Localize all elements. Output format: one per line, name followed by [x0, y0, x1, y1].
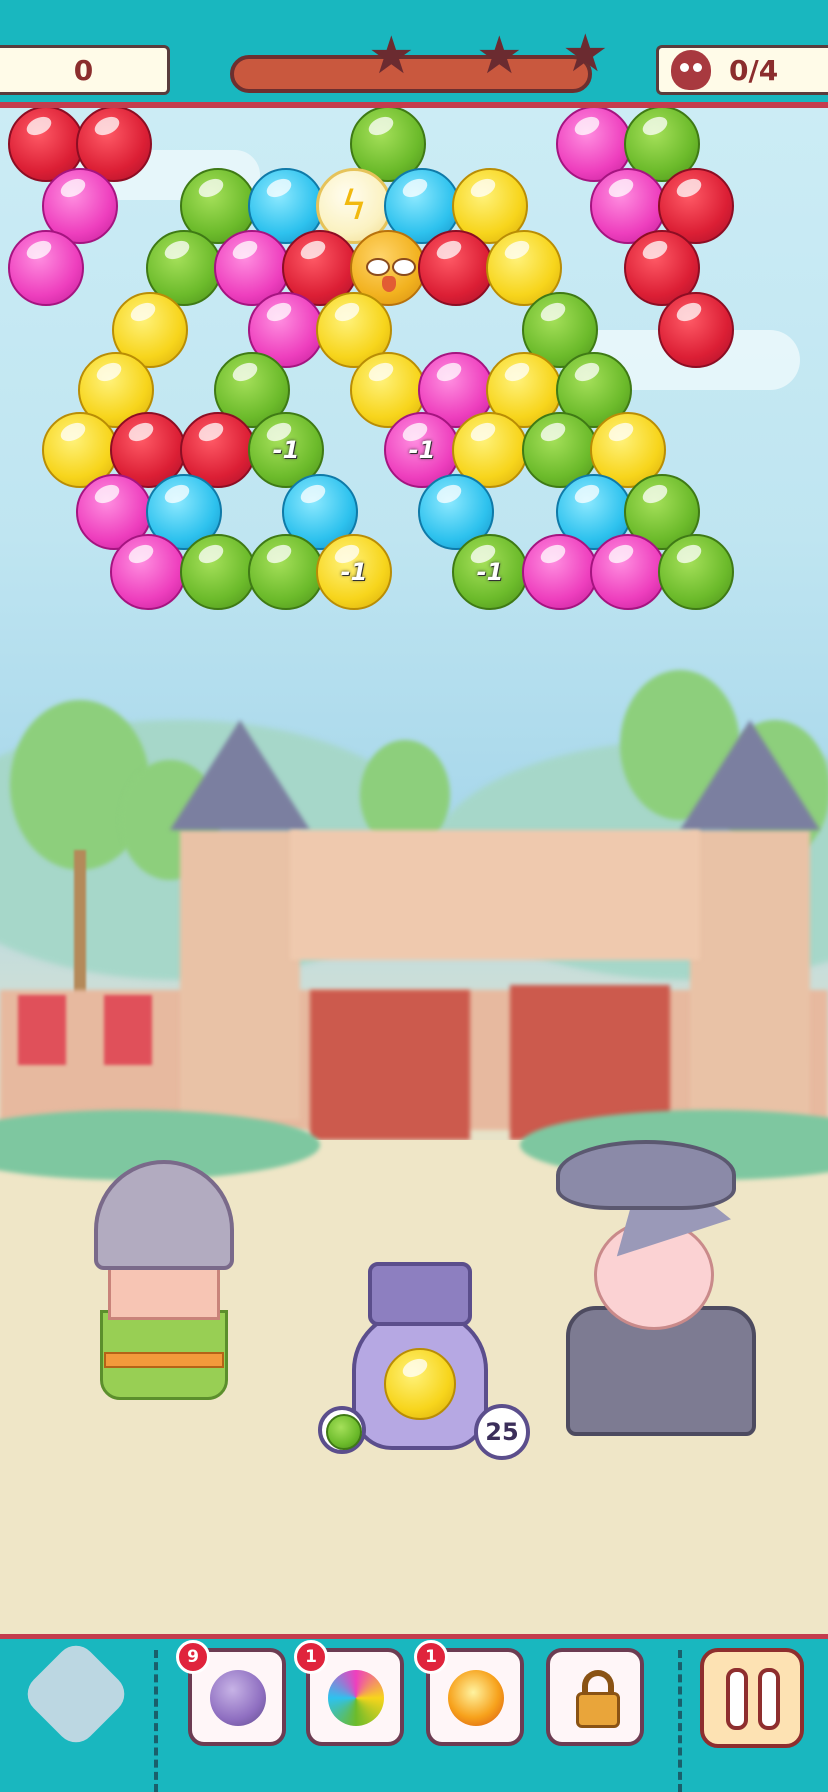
goal-value: 0/4: [729, 53, 779, 87]
castle-gatehouse: [290, 830, 700, 960]
score-display: 0: [0, 45, 170, 95]
pink-bubble: [110, 534, 186, 610]
castle-roof: [680, 720, 820, 830]
minus-one-label: -1: [476, 558, 504, 586]
bird-eye: [366, 258, 390, 276]
current-bubble[interactable]: [384, 1348, 456, 1420]
bomb-count-badge: 9: [176, 1640, 210, 1674]
pause-icon: [726, 1668, 748, 1730]
skull-bomb-icon: [210, 1670, 266, 1726]
fireball-count-badge: 1: [414, 1640, 448, 1674]
witch-hat: [556, 1140, 736, 1210]
knight-belt: [104, 1352, 224, 1368]
green-bubble: [248, 534, 324, 610]
castle-button[interactable]: [19, 1637, 133, 1751]
castle-banner: [104, 995, 152, 1065]
bird-beak: [382, 276, 396, 292]
pink-bubble: [8, 230, 84, 306]
pause-icon: [758, 1668, 780, 1730]
castle-banner: [18, 995, 66, 1065]
minus-one-label: -1: [340, 558, 368, 586]
yellow-bubble: -1: [316, 534, 392, 610]
score-value: 0: [73, 53, 94, 87]
hud-divider: [0, 102, 828, 108]
castle-roof: [170, 720, 310, 830]
bird-goal-counter: 0/4: [656, 45, 828, 95]
green-bubble: [658, 534, 734, 610]
green-bubble: [180, 534, 256, 610]
castle-tower: [180, 830, 300, 1120]
castle-tower: [690, 830, 810, 1120]
shots-left-counter: 25: [474, 1404, 530, 1460]
rainbow-ball-icon: [328, 1670, 384, 1726]
red-bubble: [418, 230, 494, 306]
robot-head: [368, 1262, 472, 1326]
tree-trunk: [74, 850, 86, 1000]
star-icon: ★: [562, 24, 609, 84]
fireball-icon: [448, 1670, 504, 1726]
divider: [154, 1650, 158, 1792]
rainbow-count-badge: 1: [294, 1640, 328, 1674]
star-icon: ★: [476, 26, 523, 86]
star-icon: ★: [368, 26, 415, 86]
red-bubble: [658, 292, 734, 368]
pink-bubble: [522, 534, 598, 610]
castle-gate-left: [310, 990, 470, 1140]
green-bubble: -1: [452, 534, 528, 610]
next-bubble[interactable]: [318, 1406, 366, 1454]
castle-icon: [19, 1637, 133, 1751]
booster-bar-divider: [0, 1634, 828, 1639]
padlock-body: [576, 1692, 620, 1728]
pause-button[interactable]: [700, 1648, 804, 1748]
bird-eye: [392, 258, 416, 276]
bird-icon: [671, 50, 711, 90]
game-stage[interactable]: ϟ -1 -1 -1 -1 25 0 ★ ★ ★ 0/4 9 1 1: [0, 0, 828, 1792]
pink-bubble: [590, 534, 666, 610]
locked-booster-button[interactable]: [546, 1648, 644, 1746]
divider: [678, 1650, 682, 1792]
